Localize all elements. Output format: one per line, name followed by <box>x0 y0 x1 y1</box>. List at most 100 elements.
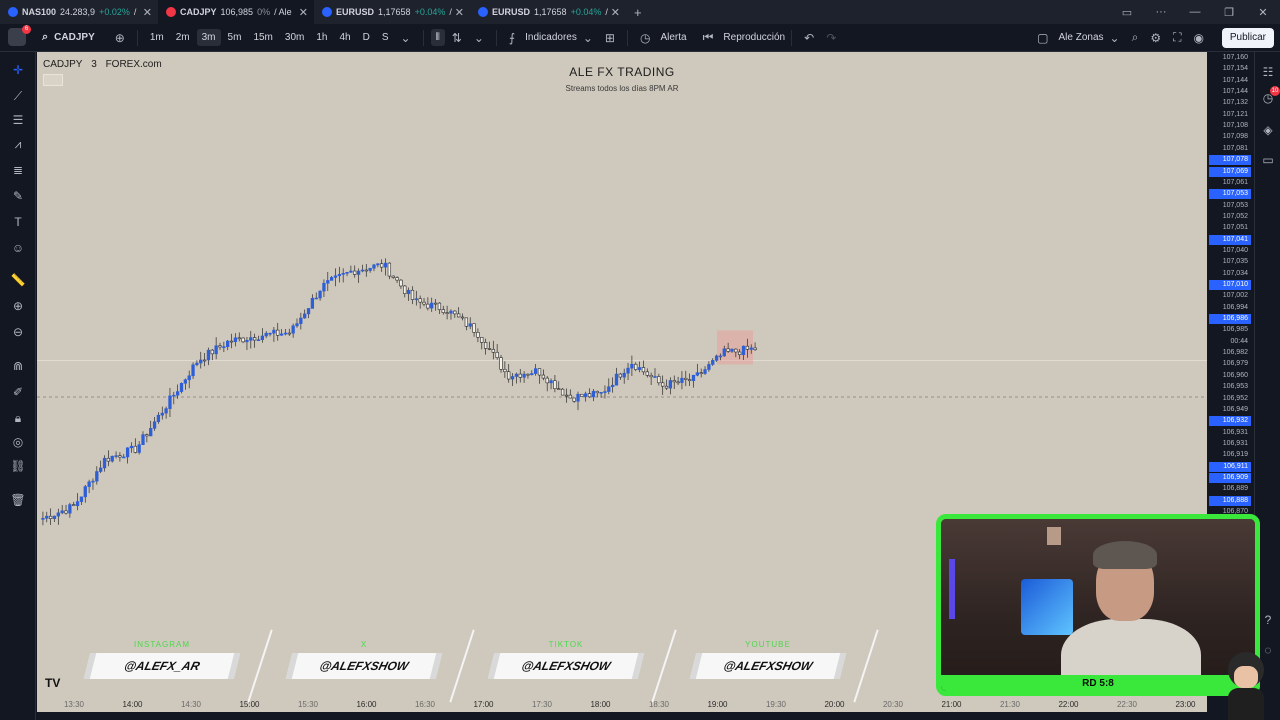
browser-tab[interactable]: CADJPY 106,985 0% / Ale ✕ <box>158 0 314 24</box>
zoom-in-icon[interactable]: ⊕ <box>8 296 28 316</box>
candle-body <box>476 332 480 338</box>
layout-icon[interactable]: ▢ <box>1031 31 1054 45</box>
replay-icon[interactable]: ⏮ <box>697 30 720 45</box>
stay-drawing-icon[interactable]: ✐ <box>8 382 28 402</box>
pattern-icon[interactable]: ⩘ <box>8 134 28 154</box>
candle-body <box>91 480 95 483</box>
price-label: 107,144 <box>1222 76 1248 84</box>
candle-body <box>256 339 261 341</box>
candle-body <box>318 290 322 299</box>
trend-line-icon[interactable]: ⟋ <box>8 86 28 106</box>
tab-close-icon[interactable]: ✕ <box>299 6 308 19</box>
interval-15m-button[interactable]: 15m <box>248 29 277 46</box>
publish-button[interactable]: Publicar <box>1221 28 1274 48</box>
alert-button[interactable]: Alerta <box>660 32 686 43</box>
price-axis[interactable]: 107,160 107,154 107,144 107,144 107,132 107,1… <box>1207 52 1254 515</box>
social-divider <box>247 629 273 703</box>
fullscreen-icon[interactable]: ⛶ <box>1167 30 1187 45</box>
social-platform-label: X <box>360 640 368 649</box>
templates-grid-icon[interactable]: ⊞ <box>599 31 621 45</box>
tab-close-icon[interactable]: ✕ <box>143 6 152 19</box>
chat-icon[interactable]: ▭ <box>1260 152 1276 168</box>
interval-d-button[interactable]: D <box>358 29 375 46</box>
add-symbol-icon[interactable]: ⊕ <box>109 31 131 45</box>
emoji-icon[interactable]: ☺ <box>8 238 28 258</box>
close-window-icon[interactable]: ✕ <box>1246 6 1280 19</box>
candle-body <box>522 373 526 378</box>
camera-icon[interactable]: ◉ <box>1188 31 1210 45</box>
quick-search-icon[interactable]: ⌕ <box>1126 30 1145 45</box>
minimize-icon[interactable]: — <box>1178 6 1212 18</box>
browser-tab[interactable]: NAS100 24.283,9 +0.02% / ✕ <box>0 0 158 24</box>
interval-4h-button[interactable]: 4h <box>334 29 355 46</box>
horizontal-lines-icon[interactable]: ☰ <box>8 110 28 130</box>
candle-body <box>129 445 134 449</box>
settings-gear-icon[interactable]: ⚙ <box>1144 31 1167 45</box>
candle-body <box>441 309 445 313</box>
chevron-down-icon[interactable]: ⌄ <box>395 31 417 45</box>
monitor-icon[interactable]: ▭ <box>1110 6 1144 19</box>
indicators-icon[interactable]: ⨍ <box>503 31 521 45</box>
chart-watermark-subtitle: Streams todos los días 8PM AR <box>565 84 679 93</box>
redo-icon[interactable]: ↷ <box>820 31 842 45</box>
alarm-clock-icon[interactable]: ◷ <box>634 31 656 45</box>
candle-body <box>152 421 157 429</box>
social-platform-label: TIKTOK <box>548 640 584 649</box>
interval-s-button[interactable]: S <box>377 29 394 46</box>
layers-icon[interactable]: ◈ <box>1260 122 1276 138</box>
brush-icon[interactable]: ✎ <box>8 186 28 206</box>
candle-body <box>495 351 499 358</box>
interval-30m-button[interactable]: 30m <box>280 29 309 46</box>
candle-body <box>738 351 742 355</box>
price-label: 107,144 <box>1222 88 1248 96</box>
layout-name[interactable]: Ale Zonas <box>1059 32 1104 43</box>
toolbar-divider <box>136 29 138 46</box>
browser-tab[interactable]: EURUSD 1,17658 +0.04% / ✕ <box>314 0 470 24</box>
eye-icon[interactable]: ◎ <box>8 432 28 452</box>
link-icon[interactable]: ⛓ <box>8 456 28 476</box>
indicators-button[interactable]: Indicadores <box>525 32 577 43</box>
candle-body <box>48 515 53 519</box>
candle-body <box>291 325 295 334</box>
undo-icon[interactable]: ↶ <box>798 31 820 45</box>
price-label: 106,931 <box>1222 428 1248 436</box>
new-tab-icon[interactable]: + <box>626 5 650 20</box>
candle-body <box>749 347 753 350</box>
candle-body <box>537 368 542 376</box>
candles-type-button[interactable]: ⫴ <box>430 29 445 46</box>
symbol-search[interactable]: ⌕ CADJPY <box>42 31 95 44</box>
more-icon[interactable]: ··· <box>1144 6 1178 18</box>
text-icon[interactable]: T <box>8 212 28 232</box>
interval-2m-button[interactable]: 2m <box>171 29 195 46</box>
time-axis[interactable]: 13:30 14:00 14:30 15:00 15:30 16:00 16:30 17:00… <box>37 696 1207 712</box>
ruler-icon[interactable]: 📏 <box>8 270 28 290</box>
chevron-down-icon[interactable]: ⌄ <box>468 31 490 45</box>
watchlist-icon[interactable]: ☷ <box>1260 64 1276 80</box>
time-label: 22:30 <box>1116 700 1138 709</box>
lock-icon[interactable]: 🔒︎ <box>8 408 28 428</box>
browser-tab[interactable]: EURUSD 1,17658 +0.04% / ✕ <box>470 0 626 24</box>
time-label: 23:00 <box>1175 700 1196 709</box>
interval-1m-button[interactable]: 1m <box>145 29 169 46</box>
fib-icon[interactable]: ≣ <box>8 160 28 180</box>
interval-3m-button[interactable]: 3m <box>196 29 221 46</box>
alerts-clock-icon[interactable]: ◷ 10 <box>1260 86 1280 106</box>
chevron-down-icon[interactable]: ⌄ <box>577 31 599 45</box>
interval-1h-button[interactable]: 1h <box>311 29 332 46</box>
maximize-icon[interactable]: ❐ <box>1212 6 1246 19</box>
tab-close-icon[interactable]: ✕ <box>611 6 620 19</box>
candle-body <box>553 380 557 389</box>
interval-5m-button[interactable]: 5m <box>223 29 247 46</box>
replay-button[interactable]: Reproducción <box>723 32 785 43</box>
magnet-icon[interactable]: ⋒ <box>8 356 28 376</box>
help-icon[interactable]: ? <box>1260 612 1276 628</box>
trash-icon[interactable]: 🗑︎ <box>8 490 28 510</box>
avatar[interactable]: 6 <box>8 24 31 48</box>
candle-body <box>433 302 438 305</box>
crosshair-icon[interactable]: ✛ <box>8 60 28 80</box>
chart-style-icon[interactable]: ⇅ <box>446 31 468 45</box>
zoom-out-icon[interactable]: ⊖ <box>8 322 28 342</box>
time-label: 13:30 <box>63 700 85 709</box>
tab-close-icon[interactable]: ✕ <box>455 6 464 19</box>
chevron-down-icon[interactable]: ⌄ <box>1104 31 1126 45</box>
